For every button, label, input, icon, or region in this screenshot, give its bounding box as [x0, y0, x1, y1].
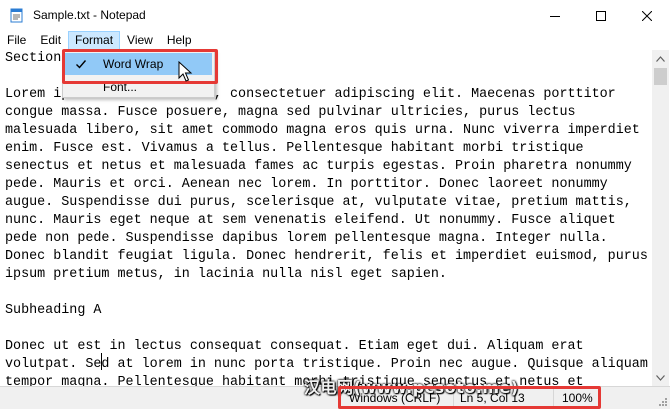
menu-format[interactable]: Format: [68, 31, 121, 50]
text-editor[interactable]: Section Lorem ipsum dolor sit amet, cons…: [0, 50, 652, 386]
text-line: augue. Suspendisse dui purus, scelerisqu…: [5, 195, 632, 210]
maximize-button[interactable]: [578, 0, 624, 31]
menu-bar: File Edit Format View Help: [0, 31, 670, 50]
word-wrap-highlight-box: [62, 49, 218, 84]
window-controls: [532, 0, 670, 31]
scroll-thumb[interactable]: [654, 68, 667, 85]
close-icon: [642, 10, 652, 21]
document-text[interactable]: Section Lorem ipsum dolor sit amet, cons…: [5, 50, 648, 386]
chevron-up-icon: [656, 55, 665, 62]
maximize-icon: [596, 10, 606, 21]
status-highlight-box: [338, 386, 601, 409]
notepad-window: Sample.txt - Notepad File Edit Format Vi…: [0, 0, 670, 409]
mouse-pointer-icon: [178, 61, 193, 82]
resize-grip-icon[interactable]: [656, 395, 668, 407]
chevron-down-icon: [656, 374, 665, 381]
text-line: Section: [5, 51, 62, 66]
title-bar[interactable]: Sample.txt - Notepad: [0, 0, 670, 31]
text-line: senectus et netus et malesuada fames ac …: [5, 159, 632, 174]
text-line: congue massa. Fusce posuere, magna sed p…: [5, 105, 576, 120]
text-line: Donec ut est in lectus consequat consequ…: [5, 339, 584, 354]
text-line: malesuada libero, sit amet commodo magna…: [5, 123, 640, 138]
minimize-icon: [550, 15, 560, 17]
text-line: pede. Mauris et orci. Aenean nec lorem. …: [5, 177, 608, 192]
menu-help[interactable]: Help: [160, 31, 199, 50]
text-line: nunc. Mauris eget neque at sem venenatis…: [5, 213, 616, 228]
text-line: Donec blandit feugiat ligula. Donec hend…: [5, 249, 648, 264]
minimize-button[interactable]: [532, 0, 578, 31]
window-title: Sample.txt - Notepad: [33, 8, 146, 22]
menu-file[interactable]: File: [0, 31, 33, 50]
close-button[interactable]: [624, 0, 670, 31]
text-line: Subheading A: [5, 303, 102, 318]
scroll-up-button[interactable]: [652, 50, 669, 67]
menu-edit[interactable]: Edit: [33, 31, 68, 50]
text-line: enim. Fusce est. Vivamus a tellus. Pelle…: [5, 141, 584, 156]
status-empty-segment: [0, 387, 338, 409]
notepad-app-icon: [10, 8, 23, 23]
menu-view[interactable]: View: [120, 31, 160, 50]
text-line: pede non pede. Suspendisse dapibus lorem…: [5, 231, 608, 246]
text-line: ipsum pretium metus, in lacinia nulla ni…: [5, 267, 447, 282]
scroll-down-button[interactable]: [652, 369, 669, 386]
vertical-scrollbar[interactable]: [652, 50, 669, 386]
text-caret: [101, 353, 102, 370]
